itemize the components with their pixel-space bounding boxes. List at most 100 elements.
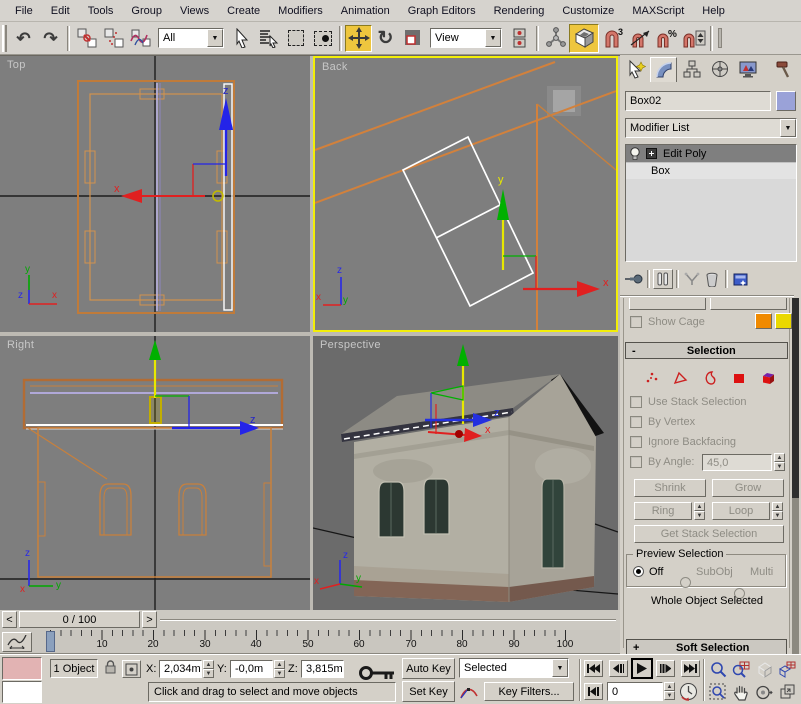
viewport-right-label[interactable]: Right bbox=[7, 339, 34, 351]
grow-button[interactable]: Grow bbox=[712, 479, 784, 497]
redo-button[interactable]: ↷ bbox=[37, 25, 64, 52]
select-and-rotate-button[interactable]: ↻ bbox=[372, 25, 399, 52]
scrollbar-thumb[interactable] bbox=[792, 298, 799, 498]
spinner-down-icon[interactable]: ▼ bbox=[694, 511, 705, 520]
tab-hierarchy[interactable] bbox=[678, 57, 705, 82]
by-angle-spinner[interactable]: ▲▼ bbox=[774, 453, 785, 471]
y-coord-spinner[interactable]: ▲▼ bbox=[274, 660, 285, 678]
menu-create[interactable]: Create bbox=[218, 2, 269, 20]
spinner-up-icon[interactable]: ▲ bbox=[274, 660, 285, 669]
vertex-mode-button[interactable] bbox=[642, 368, 662, 388]
selection-rollout-header[interactable]: - Selection bbox=[625, 342, 788, 359]
visibility-bulb-icon[interactable] bbox=[629, 147, 641, 161]
z-coord-field[interactable]: 3,815m bbox=[301, 660, 344, 678]
key-mode-toggle-button[interactable] bbox=[584, 683, 603, 700]
spinner-snap-button[interactable] bbox=[680, 25, 707, 52]
time-slider-thumb[interactable]: 0 / 100 bbox=[19, 611, 140, 628]
region-zoom-button[interactable] bbox=[708, 682, 728, 702]
menu-group[interactable]: Group bbox=[122, 2, 171, 20]
key-filters-button[interactable]: Key Filters... bbox=[484, 682, 574, 701]
partial-button[interactable] bbox=[629, 298, 706, 310]
by-vertex-checkbox[interactable] bbox=[630, 416, 642, 428]
dropdown-arrow-icon[interactable]: ▼ bbox=[780, 119, 796, 137]
track-bar[interactable]: 0 10 20 30 40 50 60 70 80 90 100 bbox=[0, 630, 620, 654]
viewport-perspective[interactable]: z x z x y Perspective bbox=[313, 336, 618, 611]
zoom-extents-all-button[interactable] bbox=[777, 659, 797, 679]
spinner-down-icon[interactable]: ▼ bbox=[203, 669, 214, 678]
panel-scrollbar[interactable] bbox=[792, 298, 799, 654]
object-color-swatch[interactable] bbox=[776, 91, 796, 111]
shrink-button[interactable]: Shrink bbox=[634, 479, 706, 497]
toolbar-drag-handle[interactable] bbox=[2, 25, 7, 52]
window-crossing-toggle-button[interactable] bbox=[309, 25, 336, 52]
absolute-offset-mode-toggle[interactable] bbox=[122, 660, 141, 678]
border-mode-button[interactable] bbox=[700, 368, 720, 388]
ring-spinner[interactable]: ▲▼ bbox=[694, 502, 705, 520]
viewport-back[interactable]: y x z x y Back bbox=[313, 56, 618, 332]
min-max-toggle-button[interactable] bbox=[777, 682, 797, 702]
percent-snap-button[interactable]: % bbox=[653, 25, 680, 52]
angle-snap-button[interactable] bbox=[626, 25, 653, 52]
next-frame-arrow-button[interactable]: > bbox=[142, 611, 157, 628]
edge-mode-button[interactable] bbox=[671, 368, 691, 388]
stack-row-edit-poly[interactable]: Edit Poly bbox=[626, 145, 796, 162]
show-cage-checkbox[interactable] bbox=[630, 316, 642, 328]
maxscript-listener-pink-row[interactable] bbox=[2, 657, 42, 680]
loop-button[interactable]: Loop bbox=[712, 502, 770, 520]
spinner-up-icon[interactable]: ▲ bbox=[774, 453, 785, 462]
viewport-back-label[interactable]: Back bbox=[322, 61, 348, 73]
zoom-extents-button[interactable] bbox=[754, 659, 774, 679]
loop-spinner[interactable]: ▲▼ bbox=[772, 502, 783, 520]
previous-frame-arrow-button[interactable]: < bbox=[2, 611, 17, 628]
viewport-top[interactable]: x z y z x Top bbox=[0, 56, 310, 332]
menu-modifiers[interactable]: Modifiers bbox=[269, 2, 332, 20]
time-slider-track[interactable] bbox=[160, 619, 616, 621]
rectangular-selection-region-button[interactable] bbox=[282, 25, 309, 52]
spinner-down-icon[interactable]: ▼ bbox=[772, 511, 783, 520]
menu-file[interactable]: File bbox=[6, 2, 42, 20]
zoom-all-button[interactable] bbox=[731, 659, 751, 679]
tab-modify[interactable] bbox=[650, 57, 677, 82]
menu-customize[interactable]: Customize bbox=[553, 2, 623, 20]
selection-filter-dropdown[interactable]: All ▼ bbox=[158, 28, 224, 48]
auto-key-button[interactable]: Auto Key bbox=[402, 658, 455, 679]
preview-off-radio[interactable] bbox=[633, 566, 644, 577]
select-and-link-button[interactable] bbox=[73, 25, 100, 52]
show-end-result-button[interactable] bbox=[653, 269, 673, 289]
preview-subobj-radio[interactable] bbox=[680, 577, 691, 588]
current-frame-marker[interactable] bbox=[46, 631, 55, 652]
selection-lock-toggle[interactable] bbox=[104, 659, 117, 678]
maxscript-listener-white-row[interactable] bbox=[2, 681, 42, 703]
bind-to-space-warp-button[interactable] bbox=[127, 25, 154, 52]
zoom-button[interactable] bbox=[708, 659, 728, 679]
dropdown-arrow-icon[interactable]: ▼ bbox=[552, 659, 568, 677]
snaps-toggle-button[interactable] bbox=[569, 24, 599, 53]
pan-view-button[interactable] bbox=[731, 682, 751, 702]
go-to-start-button[interactable] bbox=[584, 660, 603, 677]
pin-stack-button[interactable] bbox=[624, 269, 644, 289]
viewport-right[interactable]: z z x y Right bbox=[0, 336, 310, 611]
spinner-down-icon[interactable]: ▼ bbox=[664, 691, 675, 700]
select-by-name-button[interactable] bbox=[255, 25, 282, 52]
tab-utilities[interactable] bbox=[770, 57, 797, 82]
stack-row-box[interactable]: Box bbox=[626, 162, 796, 179]
undo-button[interactable]: ↶ bbox=[10, 25, 37, 52]
ring-button[interactable]: Ring bbox=[634, 502, 692, 520]
time-configuration-button[interactable] bbox=[679, 682, 698, 704]
select-and-manipulate-button[interactable] bbox=[542, 25, 569, 52]
set-key-button[interactable]: Set Key bbox=[402, 681, 455, 702]
x-coord-field[interactable]: 2,034m bbox=[159, 660, 202, 678]
current-frame-field[interactable]: 0 bbox=[607, 682, 663, 701]
dropdown-arrow-icon[interactable]: ▼ bbox=[207, 29, 223, 47]
previous-frame-button[interactable] bbox=[609, 660, 628, 677]
reference-coordinate-dropdown[interactable]: View ▼ bbox=[430, 28, 502, 48]
next-frame-button[interactable] bbox=[656, 660, 675, 677]
select-and-move-button[interactable] bbox=[345, 25, 372, 52]
spinner-down-icon[interactable]: ▼ bbox=[274, 669, 285, 678]
tab-display[interactable] bbox=[734, 57, 761, 82]
menu-animation[interactable]: Animation bbox=[332, 2, 399, 20]
use-pivot-point-center-button[interactable] bbox=[506, 25, 533, 52]
tab-create[interactable] bbox=[622, 57, 649, 82]
tab-motion[interactable] bbox=[706, 57, 733, 82]
open-mini-curve-editor-button[interactable] bbox=[2, 632, 32, 652]
